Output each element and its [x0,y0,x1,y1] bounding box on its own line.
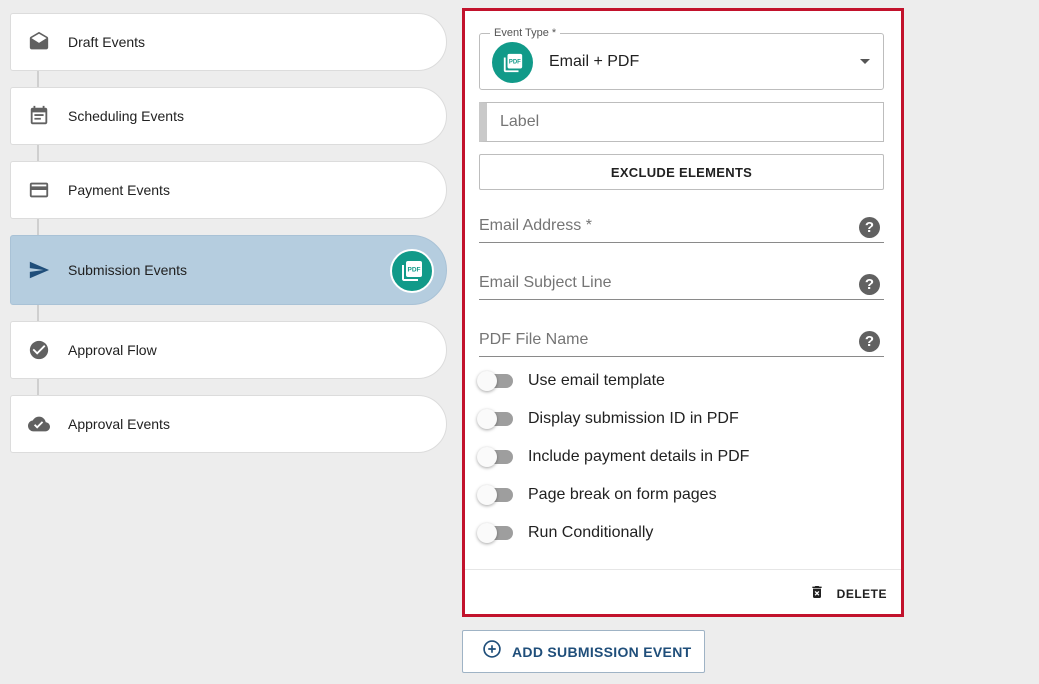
toggle-include-payment-details[interactable]: Include payment details in PDF [477,445,749,469]
timeline-connector [37,305,39,321]
help-icon[interactable]: ? [859,274,880,295]
toggle-switch[interactable] [477,523,515,543]
timeline-connector [37,379,39,395]
calendar-icon [28,105,50,127]
card-divider [465,569,901,570]
toggle-switch[interactable] [477,409,515,429]
pdf-icon: PDF [492,42,533,83]
help-icon[interactable]: ? [859,217,880,238]
label-input[interactable] [479,102,884,142]
toggle-run-conditionally[interactable]: Run Conditionally [477,521,653,545]
step-label: Approval Flow [68,342,157,358]
toggle-label: Run Conditionally [528,524,654,541]
step-approval-events[interactable]: Approval Events [10,395,447,453]
submission-event-card: Event Type * PDF Email + PDF EXCLUDE ELE… [462,8,904,617]
step-label: Payment Events [68,182,170,198]
email-subject-field[interactable]: Email Subject Line ? [479,268,884,300]
pdf-icon: PDF [390,249,434,293]
svg-text:PDF: PDF [508,59,520,65]
timeline-connector [37,71,39,87]
event-type-value: Email + PDF [549,53,640,70]
toggle-switch[interactable] [477,371,515,391]
cloud-check-icon [28,413,50,435]
step-draft-events[interactable]: Draft Events [10,13,447,71]
chevron-down-icon[interactable] [860,59,870,64]
step-label: Scheduling Events [68,108,184,124]
email-subject-placeholder: Email Subject Line [479,274,612,291]
credit-card-icon [28,179,50,201]
help-icon[interactable]: ? [859,331,880,352]
envelope-open-icon [28,31,50,53]
toggle-use-email-template[interactable]: Use email template [477,369,665,393]
toggle-page-break[interactable]: Page break on form pages [477,483,717,507]
toggle-switch[interactable] [477,485,515,505]
email-address-placeholder: Email Address * [479,217,592,234]
delete-button[interactable]: DELETE [809,584,887,604]
step-scheduling-events[interactable]: Scheduling Events [10,87,447,145]
add-circle-icon [482,639,502,664]
step-payment-events[interactable]: Payment Events [10,161,447,219]
toggle-switch[interactable] [477,447,515,467]
exclude-elements-button[interactable]: EXCLUDE ELEMENTS [479,154,884,190]
step-label: Draft Events [68,34,146,50]
step-label: Approval Events [68,416,170,432]
timeline-connector [37,145,39,161]
trash-icon [809,584,825,605]
step-approval-flow[interactable]: Approval Flow [10,321,447,379]
event-type-legend: Event Type * [490,27,561,39]
pdf-file-name-placeholder: PDF File Name [479,331,589,348]
toggle-display-submission-id[interactable]: Display submission ID in PDF [477,407,739,431]
email-address-field[interactable]: Email Address * ? [479,211,884,243]
send-icon [28,259,50,281]
add-submission-event-button[interactable]: ADD SUBMISSION EVENT [462,630,705,673]
step-submission-events[interactable]: Submission Events PDF [10,235,447,305]
toggle-label: Use email template [528,372,665,389]
event-type-select[interactable]: Event Type * PDF Email + PDF [479,27,884,90]
add-submission-event-label: ADD SUBMISSION EVENT [512,643,692,660]
pdf-file-name-field[interactable]: PDF File Name ? [479,325,884,357]
svg-text:PDF: PDF [408,267,421,274]
toggle-label: Page break on form pages [528,486,717,503]
step-label: Submission Events [68,262,188,278]
toggle-label: Include payment details in PDF [528,448,750,465]
toggle-label: Display submission ID in PDF [528,410,739,427]
delete-label: DELETE [836,587,887,601]
check-circle-icon [28,339,50,361]
timeline-connector [37,219,39,235]
